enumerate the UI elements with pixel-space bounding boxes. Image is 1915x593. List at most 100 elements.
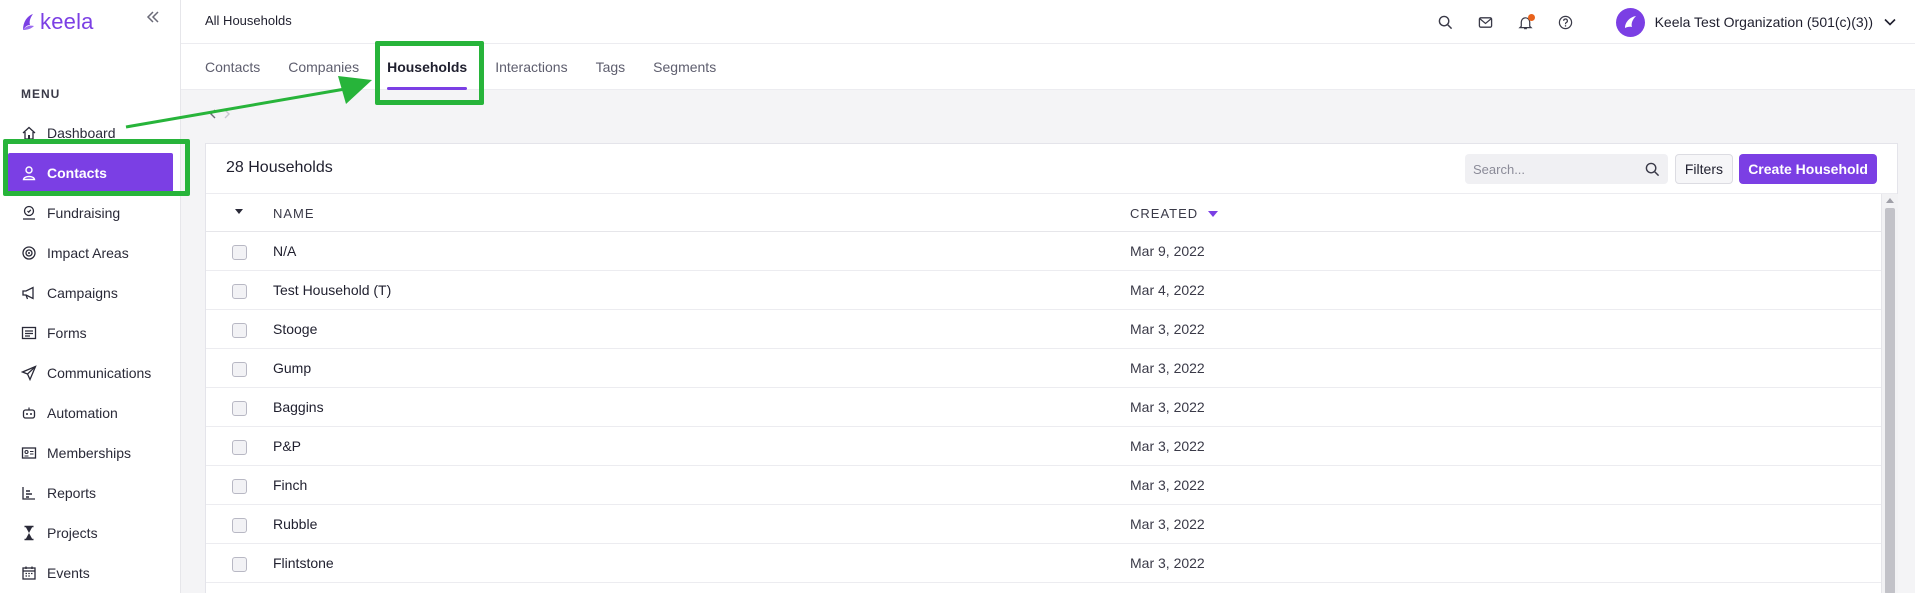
sidebar-item-impact-areas[interactable]: Impact Areas (0, 233, 181, 273)
donation-icon (23, 205, 35, 220)
mail-button[interactable] (1466, 2, 1506, 42)
tab-segments[interactable]: Segments (653, 44, 730, 90)
sidebar-item-label: Impact Areas (47, 245, 129, 261)
chevron-down-icon (1884, 18, 1896, 26)
household-name[interactable]: P&P (273, 438, 301, 454)
household-name[interactable]: Stooge (273, 321, 317, 337)
row-checkbox[interactable] (232, 323, 247, 338)
row-checkbox[interactable] (232, 518, 247, 533)
household-name[interactable]: Gump (273, 360, 311, 376)
sidebar-item-projects[interactable]: Projects (0, 513, 181, 553)
household-name[interactable]: Finch (273, 477, 307, 493)
sidebar-item-automation[interactable]: Automation (0, 393, 181, 433)
tab-contacts[interactable]: Contacts (205, 44, 274, 90)
column-header-created-label: CREATED (1130, 206, 1199, 221)
table-row[interactable]: N/A Mar 9, 2022 (206, 232, 1881, 271)
chevron-right-icon[interactable] (222, 109, 232, 119)
household-name[interactable]: Test Household (T) (273, 282, 391, 298)
scroll-up-arrow-icon[interactable] (1886, 198, 1894, 203)
created-date: Mar 3, 2022 (1130, 438, 1205, 454)
table-row[interactable]: Finch Mar 3, 2022 (206, 466, 1881, 505)
search-button[interactable] (1426, 2, 1466, 42)
header-actions: Keela Test Organization (501(c)(3)) (1426, 0, 1915, 44)
sidebar-item-reports[interactable]: Reports (0, 473, 181, 513)
tab-companies[interactable]: Companies (288, 44, 373, 90)
table-row[interactable]: Rubble Mar 3, 2022 (206, 505, 1881, 544)
created-date: Mar 3, 2022 (1130, 360, 1205, 376)
history-nav (208, 106, 232, 122)
card-header: 28 Households Filters Create Household (206, 144, 1897, 194)
keela-logo[interactable]: keela (20, 9, 94, 35)
keela-logo-icon (23, 14, 34, 30)
menu-heading: MENU (21, 87, 61, 101)
org-name: Keela Test Organization (501(c)(3)) (1654, 14, 1873, 30)
org-logo-icon (1625, 16, 1637, 28)
search-field[interactable] (1465, 154, 1668, 184)
household-name[interactable]: Rubble (273, 516, 317, 532)
table-row[interactable]: Gump Mar 3, 2022 (206, 349, 1881, 388)
households-card: 28 Households Filters Create Household N… (205, 143, 1898, 593)
column-header-created[interactable]: CREATED (1130, 206, 1219, 221)
collapse-sidebar-button[interactable] (146, 10, 160, 29)
household-name[interactable]: Baggins (273, 399, 324, 415)
row-checkbox[interactable] (232, 245, 247, 260)
megaphone-icon (22, 286, 34, 300)
sidebar-nav: Dashboard Contacts Fundraising Impact Ar… (0, 113, 181, 593)
sidebar-item-label: Contacts (47, 165, 107, 181)
sidebar-item-dashboard[interactable]: Dashboard (0, 113, 181, 153)
created-date: Mar 4, 2022 (1130, 282, 1205, 298)
create-household-button[interactable]: Create Household (1739, 154, 1877, 184)
row-checkbox[interactable] (232, 284, 247, 299)
sidebar-item-fundraising[interactable]: Fundraising (0, 193, 181, 233)
tab-tags[interactable]: Tags (596, 44, 640, 90)
row-checkbox[interactable] (232, 362, 247, 377)
sidebar-item-label: Forms (47, 325, 87, 341)
table-row[interactable]: Stooge Mar 3, 2022 (206, 310, 1881, 349)
scrollbar-thumb[interactable] (1885, 208, 1895, 593)
brand-name: keela (40, 9, 94, 34)
search-input[interactable] (1473, 161, 1633, 177)
envelope-icon (1478, 16, 1493, 28)
paper-plane-icon (21, 365, 37, 381)
help-button[interactable] (1546, 2, 1586, 42)
table-scrollbar[interactable] (1881, 194, 1898, 593)
tab-interactions[interactable]: Interactions (495, 44, 581, 90)
sidebar-item-campaigns[interactable]: Campaigns (0, 273, 181, 313)
sidebar-item-label: Projects (47, 525, 98, 541)
sidebar-item-events[interactable]: Events (0, 553, 181, 593)
filters-button[interactable]: Filters (1674, 154, 1733, 184)
table-row[interactable]: Baggins Mar 3, 2022 (206, 388, 1881, 427)
household-name[interactable]: Flintstone (273, 555, 334, 571)
sidebar-item-contacts[interactable]: Contacts (8, 153, 173, 193)
table-row[interactable]: Test Household (T) Mar 4, 2022 (206, 271, 1881, 310)
robot-icon (22, 407, 36, 419)
created-date: Mar 9, 2022 (1130, 243, 1205, 259)
sidebar-item-label: Campaigns (47, 285, 118, 301)
search-icon[interactable] (1645, 162, 1660, 177)
household-name[interactable]: N/A (273, 243, 296, 259)
column-header-name[interactable]: NAME (273, 206, 315, 221)
row-checkbox[interactable] (232, 557, 247, 572)
table-row[interactable]: P&P Mar 3, 2022 (206, 427, 1881, 466)
sidebar-item-communications[interactable]: Communications (0, 353, 181, 393)
select-all-dropdown-icon[interactable] (235, 209, 243, 214)
table-row[interactable]: Flintstone Mar 3, 2022 (206, 544, 1881, 583)
sidebar-item-label: Fundraising (47, 205, 121, 221)
search-icon (1438, 15, 1453, 29)
sidebar-item-memberships[interactable]: Memberships (0, 433, 181, 473)
hourglass-icon (24, 525, 34, 541)
row-checkbox[interactable] (232, 440, 247, 455)
created-date: Mar 3, 2022 (1130, 555, 1205, 571)
org-switcher[interactable]: Keela Test Organization (501(c)(3)) (1615, 7, 1897, 37)
table-header: NAME CREATED (206, 194, 1881, 232)
id-card-icon (21, 447, 37, 459)
notifications-button[interactable] (1506, 2, 1546, 42)
row-checkbox[interactable] (232, 401, 247, 416)
sort-desc-icon (1208, 210, 1219, 217)
page-title: All Households (205, 13, 292, 28)
tab-households[interactable]: Households (387, 44, 481, 90)
sidebar-item-forms[interactable]: Forms (0, 313, 181, 353)
chevron-left-icon[interactable] (208, 109, 218, 119)
help-circle-icon (1558, 15, 1573, 29)
row-checkbox[interactable] (232, 479, 247, 494)
